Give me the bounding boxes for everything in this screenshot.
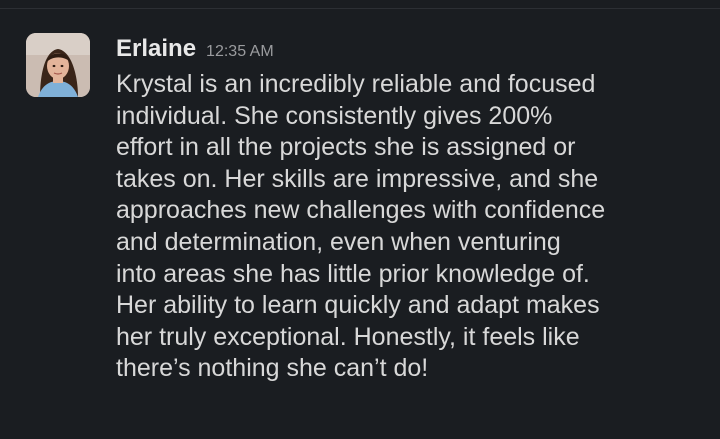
- top-divider: [0, 8, 720, 9]
- message-line: her truly exceptional. Honestly, it feel…: [116, 322, 580, 351]
- message-line: Krystal is an incredibly reliable and fo…: [116, 70, 596, 98]
- message-content: Erlaine 12:35 AM Krystal is an incredibl…: [116, 33, 706, 385]
- user-photo-avatar-icon: [26, 33, 90, 97]
- message-timestamp[interactable]: 12:35 AM: [206, 43, 274, 61]
- message-line: into areas she has little prior knowledg…: [116, 259, 590, 288]
- message-line: Her ability to learn quickly and adapt m…: [116, 291, 600, 320]
- message-header: Erlaine 12:35 AM: [116, 33, 706, 73]
- message-line: individual. She consistently gives 200%: [116, 101, 553, 130]
- message-line: and determination, even when venturing: [116, 227, 561, 256]
- message-line: effort in all the projects she is assign…: [116, 133, 576, 162]
- message-line: takes on. Her skills are impressive, and…: [116, 164, 599, 193]
- message-line: there’s nothing she can’t do!: [116, 354, 429, 383]
- message-text: Krystal is an incredibly reliable and fo…: [116, 69, 706, 385]
- message-line: approaches new challenges with confidenc…: [116, 196, 606, 225]
- sender-name[interactable]: Erlaine: [116, 33, 196, 65]
- avatar[interactable]: [26, 33, 90, 97]
